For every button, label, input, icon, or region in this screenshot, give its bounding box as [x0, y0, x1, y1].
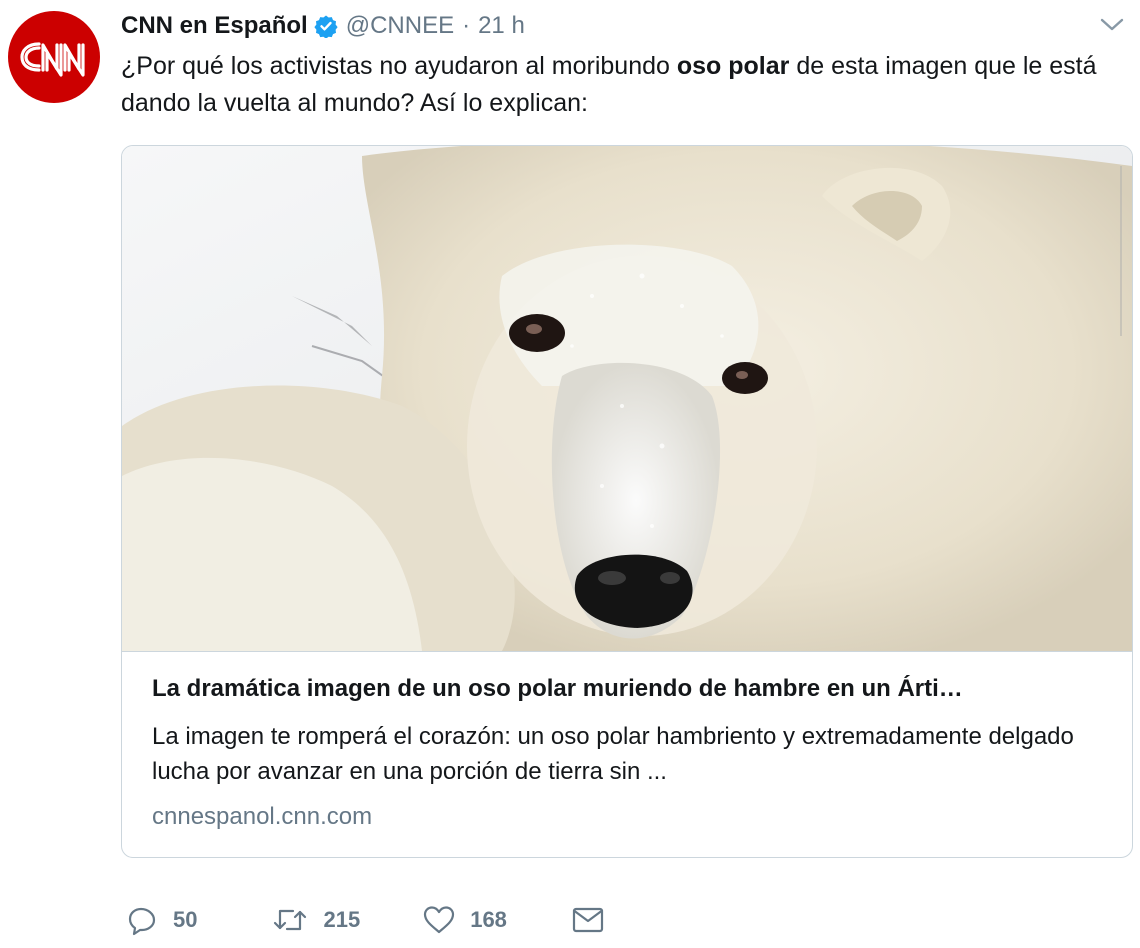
- header-separator: ·: [462, 12, 471, 39]
- verified-badge-icon: [314, 14, 338, 38]
- tweet-actions: 50 215 168: [127, 900, 605, 940]
- retweet-button[interactable]: 215: [271, 904, 360, 936]
- author-name[interactable]: CNN en Español: [121, 12, 308, 40]
- tweet-text-part: ¿Por qué los activistas no ayudaron al m…: [121, 52, 677, 80]
- retweet-count: 215: [323, 907, 361, 932]
- tweet-text: ¿Por qué los activistas no ayudaron al m…: [121, 48, 1121, 122]
- direct-message-button[interactable]: [571, 905, 605, 935]
- reply-count: 50: [173, 907, 198, 932]
- tweet-timestamp[interactable]: 21 h: [478, 12, 525, 40]
- like-count: 168: [470, 907, 507, 932]
- card-domain: cnnespanol.cnn.com: [152, 803, 373, 830]
- avatar[interactable]: [8, 11, 100, 103]
- tweet-header: CNN en Español @CNNEE · 21 h: [121, 8, 1140, 44]
- cnn-logo-icon: [20, 42, 85, 77]
- hashtag-keyword[interactable]: oso polar: [677, 52, 790, 80]
- envelope-icon: [572, 907, 604, 933]
- chevron-down-icon[interactable]: [1098, 10, 1126, 43]
- polar-bear-photo[interactable]: [122, 146, 1132, 652]
- heart-icon: [424, 906, 455, 934]
- author-handle[interactable]: @CNNEE: [346, 12, 454, 40]
- retweet-icon: [274, 909, 307, 931]
- card-description: La imagen te romperá el corazón: un oso …: [152, 723, 1074, 785]
- like-button[interactable]: 168: [422, 904, 507, 936]
- reply-icon: [128, 907, 156, 936]
- reply-button[interactable]: 50: [127, 904, 197, 936]
- link-card[interactable]: La dramática imagen de un oso polar muri…: [121, 145, 1133, 858]
- card-title[interactable]: La dramática imagen de un oso polar muri…: [152, 675, 1102, 703]
